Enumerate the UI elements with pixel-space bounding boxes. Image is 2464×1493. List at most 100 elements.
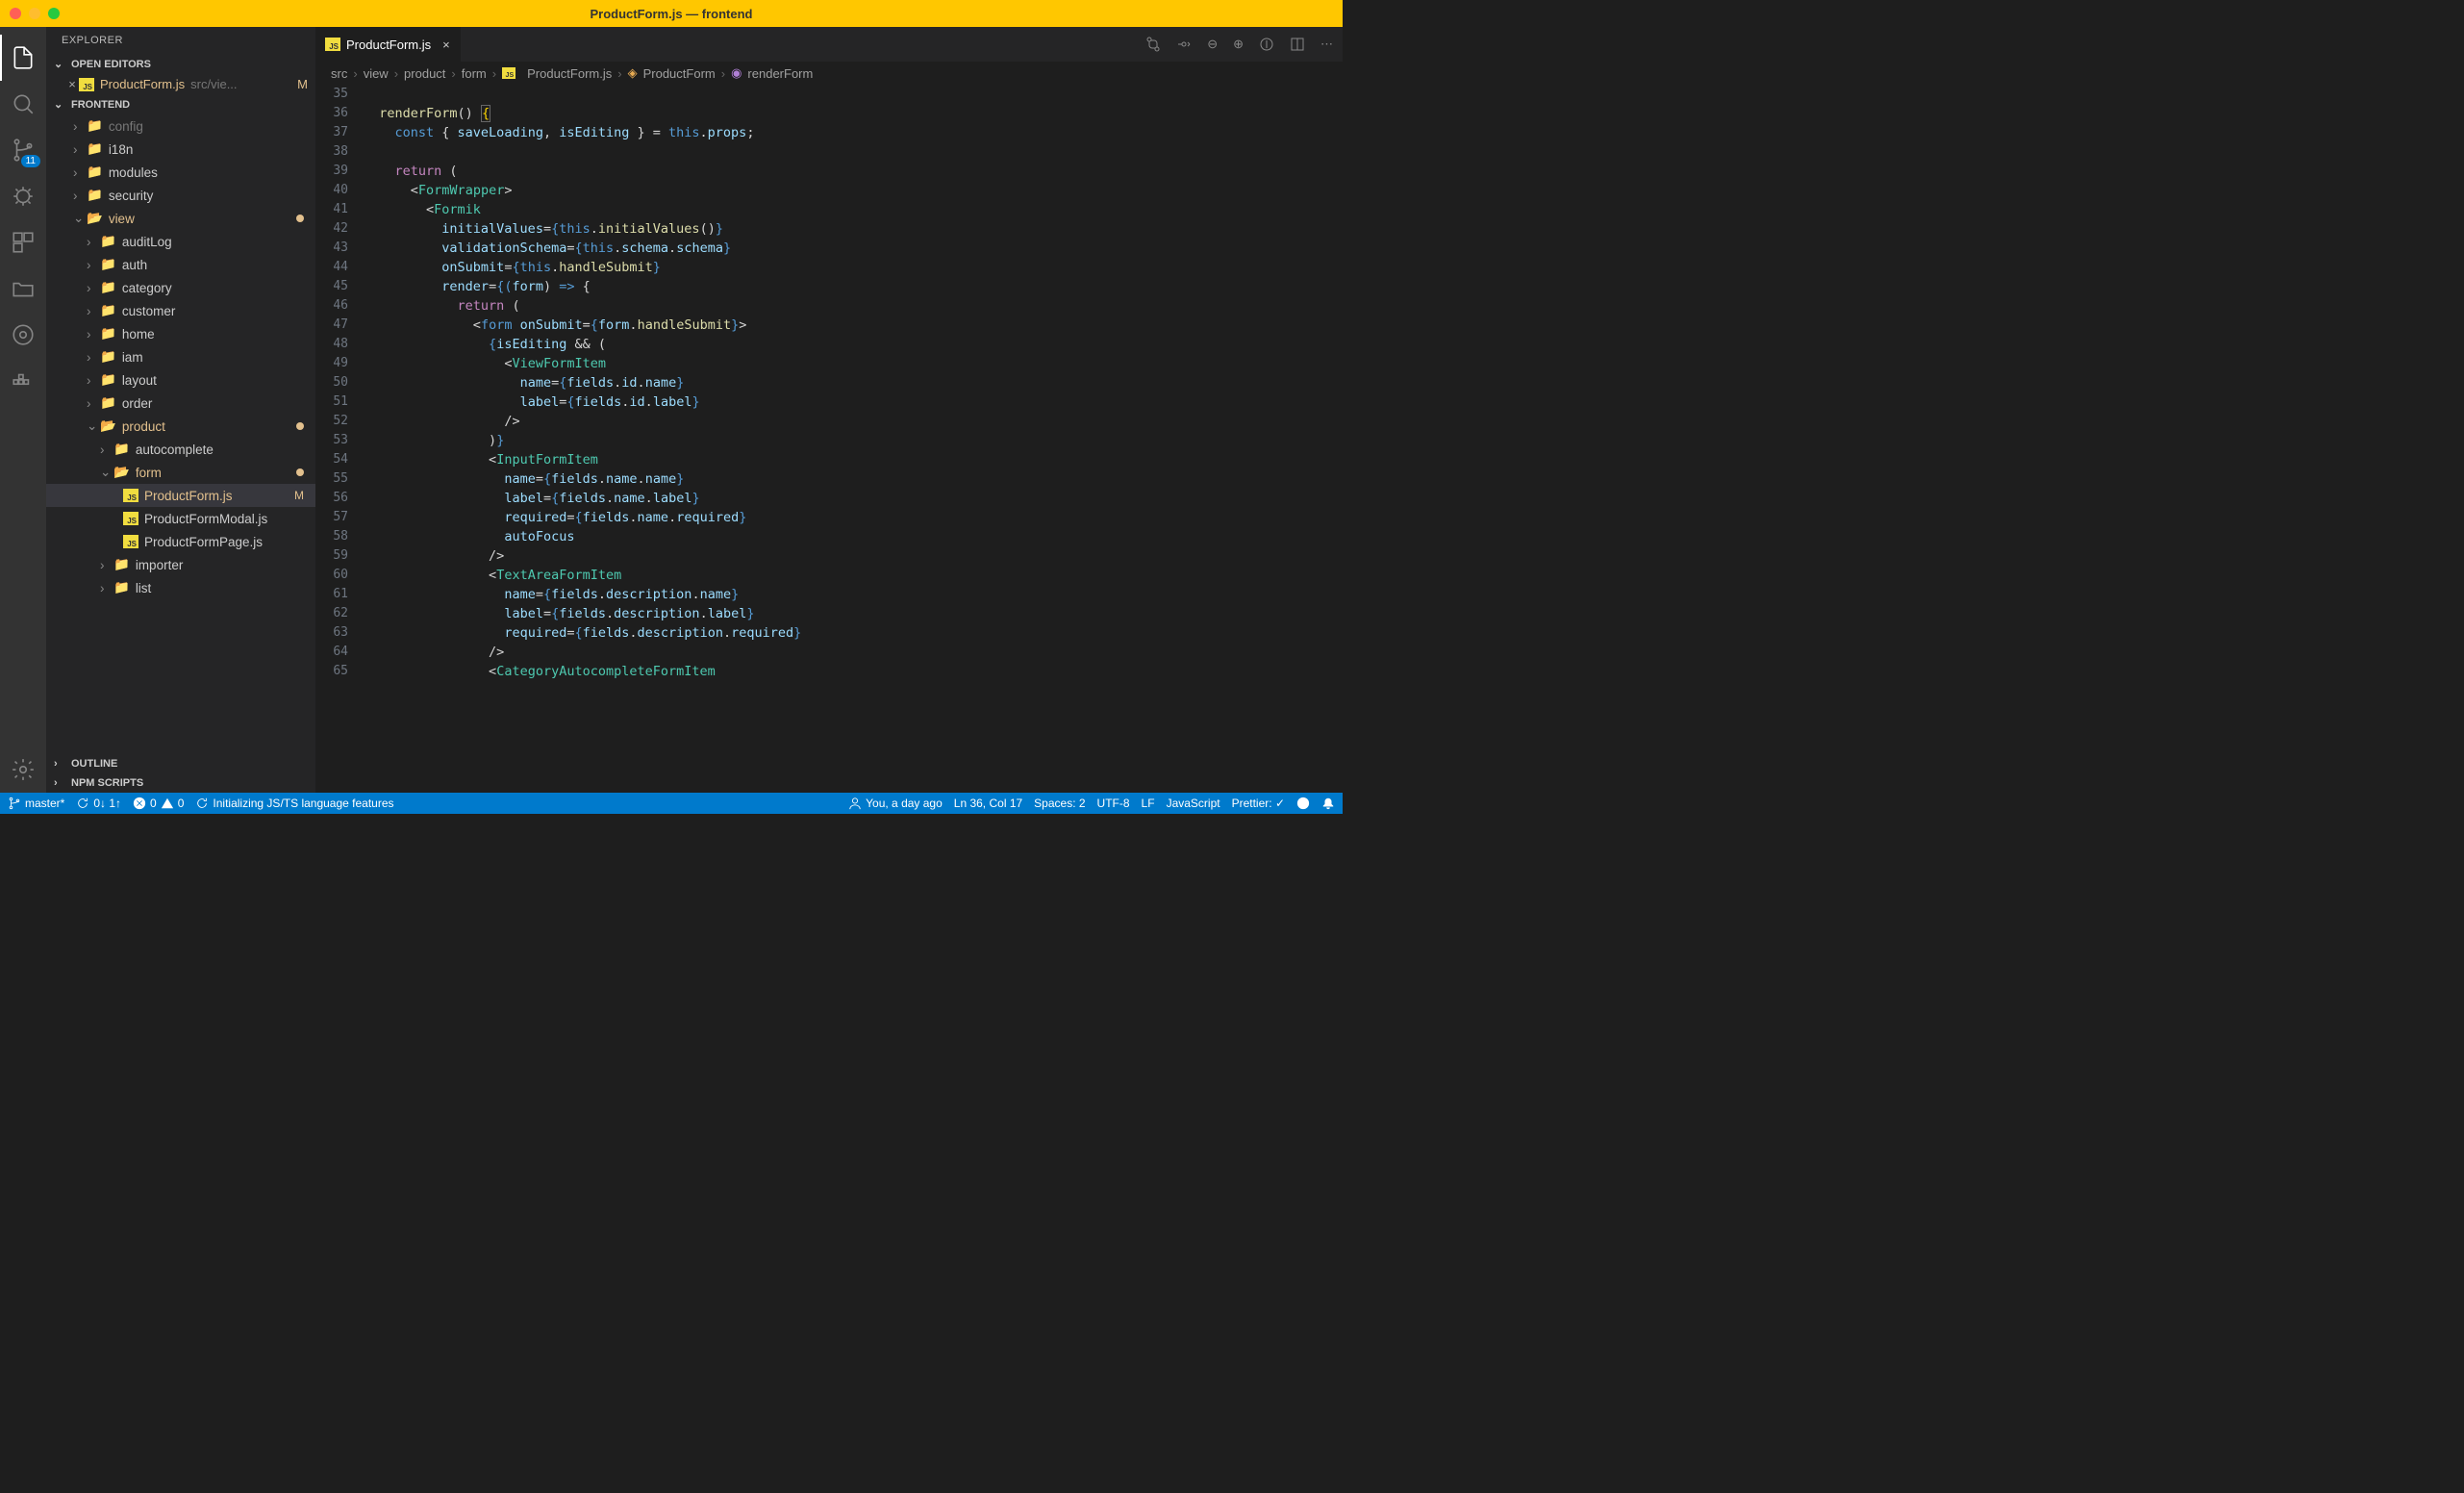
- smiley-icon: [1296, 797, 1310, 810]
- git-compare-icon[interactable]: [1145, 37, 1161, 52]
- tree-productformpage[interactable]: JS ProductFormPage.js: [46, 530, 315, 553]
- activity-search[interactable]: [0, 81, 46, 127]
- breadcrumb-item[interactable]: view: [364, 66, 389, 81]
- chevron-down-icon: ⌄: [54, 98, 67, 111]
- activity-debug[interactable]: [0, 173, 46, 219]
- chevron-right-icon: ›: [54, 758, 67, 770]
- tree-list[interactable]: ›📁list: [46, 576, 315, 599]
- js-file-icon: JS: [79, 78, 94, 91]
- tree-order[interactable]: ›📁order: [46, 392, 315, 415]
- folder-open-icon: 📂: [100, 418, 116, 434]
- breadcrumbs[interactable]: src› view› product› form› JSProductForm.…: [315, 62, 1343, 85]
- js-file-icon: JS: [123, 535, 138, 548]
- dash-icon[interactable]: ⊖: [1207, 37, 1218, 52]
- tree-productformmodal[interactable]: JSProductFormModal.js: [46, 507, 315, 530]
- git-branch-icon: [8, 797, 21, 810]
- chevron-right-icon: ›: [73, 119, 87, 134]
- status-problems[interactable]: 0 0: [133, 797, 184, 810]
- breadcrumb-item[interactable]: ProductForm.js: [527, 66, 612, 81]
- code-content[interactable]: renderForm() { const { saveLoading, isEd…: [364, 85, 1343, 793]
- tree-productform[interactable]: JSProductForm.jsM: [46, 484, 315, 507]
- open-editors-header[interactable]: ⌄ OPEN EDITORS: [46, 54, 315, 74]
- activity-settings[interactable]: [0, 746, 46, 793]
- status-label: Initializing JS/TS language features: [213, 797, 393, 810]
- status-lang-init[interactable]: Initializing JS/TS language features: [195, 797, 393, 810]
- activity-gitlens[interactable]: [0, 312, 46, 358]
- breadcrumb-item[interactable]: product: [404, 66, 445, 81]
- tree-i18n[interactable]: ›📁i18n: [46, 138, 315, 161]
- status-prettier[interactable]: Prettier: ✓: [1232, 797, 1285, 810]
- close-icon[interactable]: ×: [65, 77, 79, 91]
- status-indent[interactable]: Spaces: 2: [1034, 797, 1085, 810]
- activity-remote[interactable]: [0, 266, 46, 312]
- folder-remote-icon: [11, 276, 36, 301]
- chevron-right-icon: ›: [721, 66, 725, 81]
- folder-open-icon: 📂: [87, 211, 103, 226]
- outline-header[interactable]: › OUTLINE: [46, 754, 315, 773]
- next-change-icon[interactable]: ⊕: [1233, 37, 1244, 52]
- status-language[interactable]: JavaScript: [1167, 797, 1220, 810]
- maximize-window-button[interactable]: [48, 8, 60, 19]
- tree-iam[interactable]: ›📁iam: [46, 345, 315, 368]
- open-editor-productform[interactable]: × JS ProductForm.js src/vie... M: [46, 74, 315, 94]
- code-editor[interactable]: 3536373839404142434445464748495051525354…: [315, 85, 1343, 793]
- tree-view[interactable]: ⌄📂view: [46, 207, 315, 230]
- status-encoding[interactable]: UTF-8: [1097, 797, 1130, 810]
- tab-productform[interactable]: JS ProductForm.js ×: [315, 27, 461, 62]
- tree-label: ProductFormPage.js: [144, 535, 263, 549]
- tree-auth[interactable]: ›📁auth: [46, 253, 315, 276]
- breadcrumb-item[interactable]: src: [331, 66, 347, 81]
- status-branch[interactable]: master*: [8, 797, 64, 810]
- window-title: ProductForm.js — frontend: [591, 7, 753, 21]
- editor-area: JS ProductForm.js × ⊖ ⊕ ⋯ src› view› pro…: [315, 27, 1343, 793]
- chevron-right-icon: ›: [87, 281, 100, 295]
- chevron-right-icon: ›: [87, 235, 100, 249]
- tree-home[interactable]: ›📁home: [46, 322, 315, 345]
- folder-icon: 📁: [100, 234, 116, 249]
- status-label: You, a day ago: [866, 797, 943, 810]
- split-editor-icon[interactable]: [1290, 37, 1305, 52]
- workspace-header[interactable]: ⌄ FRONTEND: [46, 94, 315, 114]
- tree-modules[interactable]: ›📁modules: [46, 161, 315, 184]
- tree-layout[interactable]: ›📁layout: [46, 368, 315, 392]
- npm-scripts-header[interactable]: › NPM SCRIPTS: [46, 773, 315, 793]
- activity-source-control[interactable]: 11: [0, 127, 46, 173]
- toggle-icon[interactable]: [1259, 37, 1274, 52]
- status-label: 0: [178, 797, 185, 810]
- activity-extensions[interactable]: [0, 219, 46, 266]
- activity-explorer[interactable]: [0, 35, 46, 81]
- tree-label: form: [136, 466, 162, 480]
- breadcrumb-item[interactable]: ProductForm: [643, 66, 716, 81]
- tree-security[interactable]: ›📁security: [46, 184, 315, 207]
- tree-importer[interactable]: ›📁importer: [46, 553, 315, 576]
- breadcrumb-item[interactable]: renderForm: [747, 66, 813, 81]
- tree-autocomplete[interactable]: ›📁autocomplete: [46, 438, 315, 461]
- tree-customer[interactable]: ›📁customer: [46, 299, 315, 322]
- close-tab-icon[interactable]: ×: [442, 38, 450, 52]
- status-sync[interactable]: 0↓ 1↑: [76, 797, 121, 810]
- explorer-sidebar: EXPLORER ⌄ OPEN EDITORS × JS ProductForm…: [46, 27, 315, 793]
- chevron-right-icon: ›: [87, 258, 100, 272]
- activity-docker[interactable]: [0, 358, 46, 404]
- status-notifications[interactable]: [1321, 797, 1335, 810]
- minimize-window-button[interactable]: [29, 8, 40, 19]
- status-feedback[interactable]: [1296, 797, 1310, 810]
- tree-category[interactable]: ›📁category: [46, 276, 315, 299]
- chevron-down-icon: ⌄: [54, 58, 67, 70]
- breadcrumb-item[interactable]: form: [462, 66, 487, 81]
- tree-auditlog[interactable]: ›📁auditLog: [46, 230, 315, 253]
- status-eol[interactable]: LF: [1142, 797, 1155, 810]
- title-bar: ProductForm.js — frontend: [0, 0, 1343, 27]
- tree-product[interactable]: ⌄📂product: [46, 415, 315, 438]
- close-window-button[interactable]: [10, 8, 21, 19]
- prev-change-icon[interactable]: [1176, 37, 1192, 52]
- status-label: 0: [150, 797, 157, 810]
- tree-label: security: [109, 189, 154, 203]
- modified-badge: M: [297, 77, 308, 91]
- status-cursor[interactable]: Ln 36, Col 17: [954, 797, 1022, 810]
- tree-config[interactable]: ›📁config: [46, 114, 315, 138]
- status-blame[interactable]: You, a day ago: [848, 797, 943, 810]
- more-actions-icon[interactable]: ⋯: [1320, 37, 1333, 52]
- tree-form[interactable]: ⌄📂form: [46, 461, 315, 484]
- open-editors-label: OPEN EDITORS: [71, 59, 151, 70]
